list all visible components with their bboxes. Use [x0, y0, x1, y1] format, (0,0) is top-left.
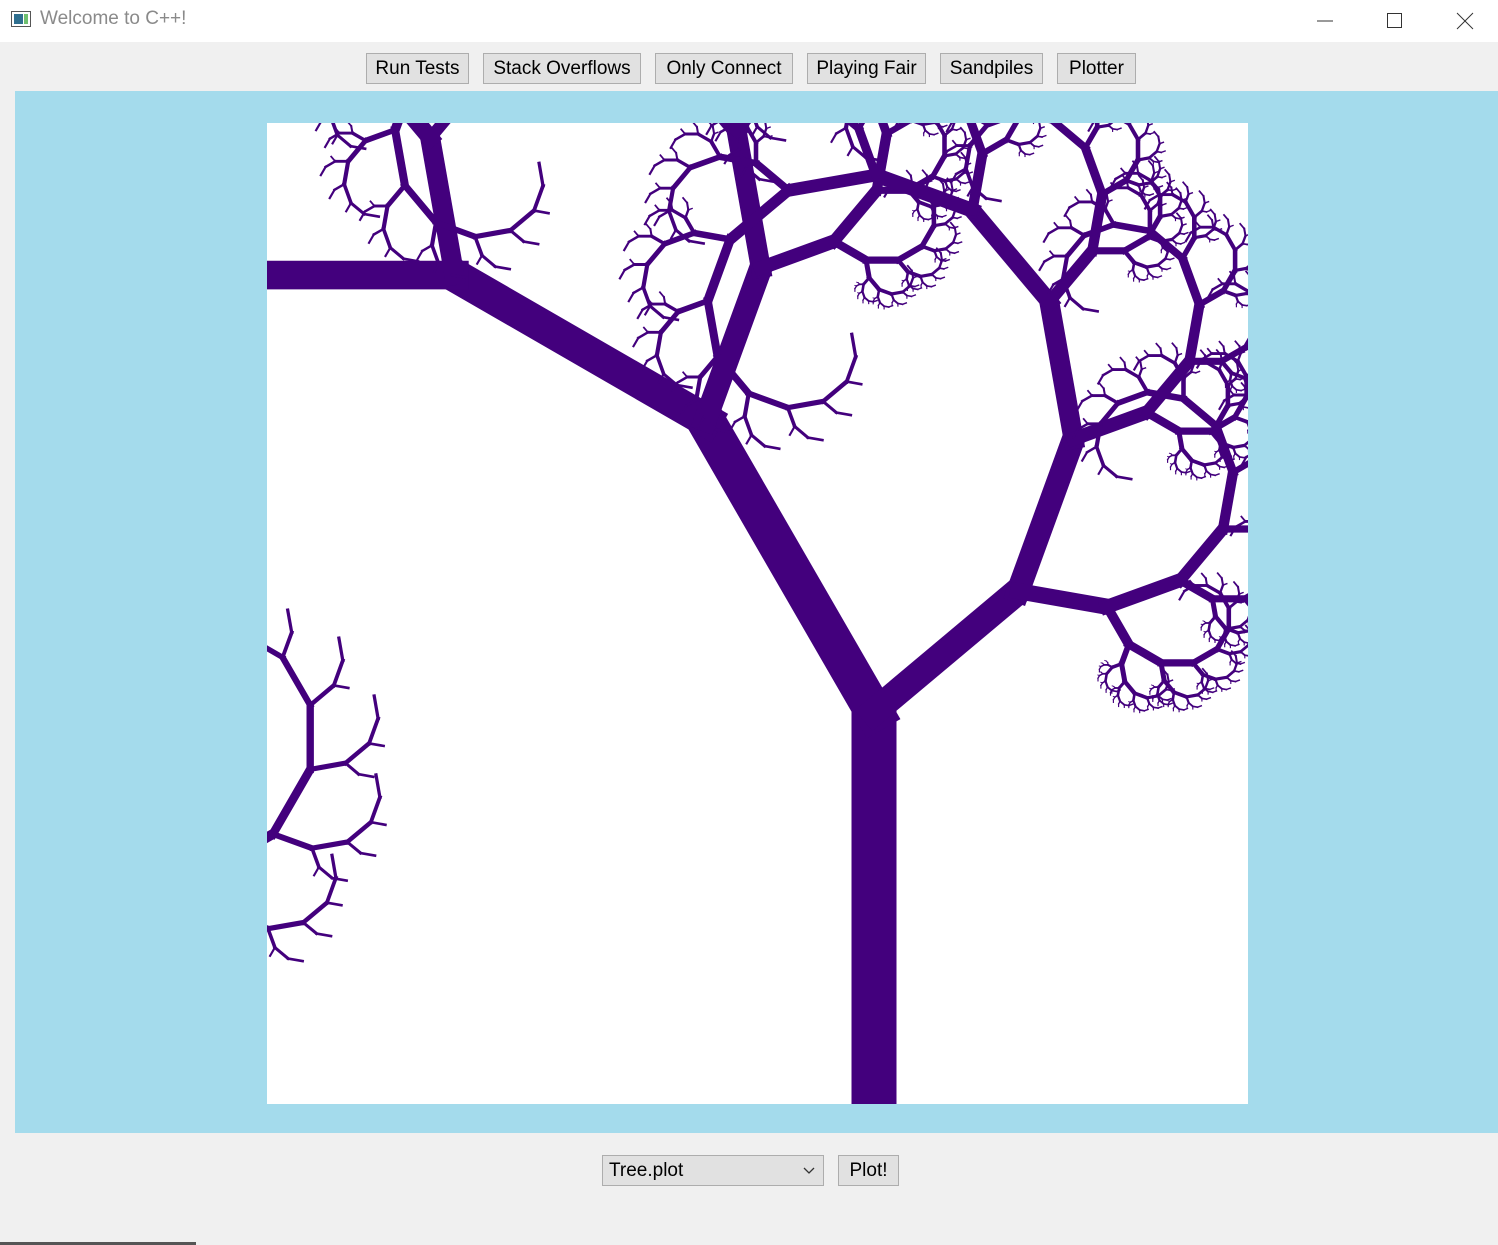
maximize-button[interactable]	[1360, 0, 1430, 42]
canvas-area	[15, 91, 1498, 1133]
chevron-down-icon	[803, 1167, 815, 1174]
fractal-tree-drawing	[267, 123, 1248, 1104]
run-tests-button[interactable]: Run Tests	[366, 53, 469, 84]
title-bar: Welcome to C++!	[0, 0, 1498, 42]
plot-controls: Tree.plot Plot!	[0, 1133, 1498, 1245]
plot-file-select[interactable]: Tree.plot	[602, 1155, 824, 1186]
minimize-button[interactable]	[1290, 0, 1360, 42]
playing-fair-button[interactable]: Playing Fair	[807, 53, 926, 84]
close-icon	[1456, 12, 1474, 30]
window-title: Welcome to C++!	[40, 8, 187, 29]
only-connect-button[interactable]: Only Connect	[655, 53, 793, 84]
toolbar: Run Tests Stack Overflows Only Connect P…	[0, 42, 1498, 90]
plot-file-value: Tree.plot	[609, 1159, 684, 1181]
plot-canvas	[267, 123, 1248, 1104]
stack-overflows-button[interactable]: Stack Overflows	[483, 53, 641, 84]
app-icon	[11, 11, 31, 27]
minimize-icon	[1317, 20, 1333, 22]
close-button[interactable]	[1430, 0, 1498, 42]
maximize-icon	[1387, 13, 1402, 28]
plot-button[interactable]: Plot!	[838, 1155, 899, 1186]
sandpiles-button[interactable]: Sandpiles	[940, 53, 1043, 84]
plotter-button[interactable]: Plotter	[1057, 53, 1136, 84]
